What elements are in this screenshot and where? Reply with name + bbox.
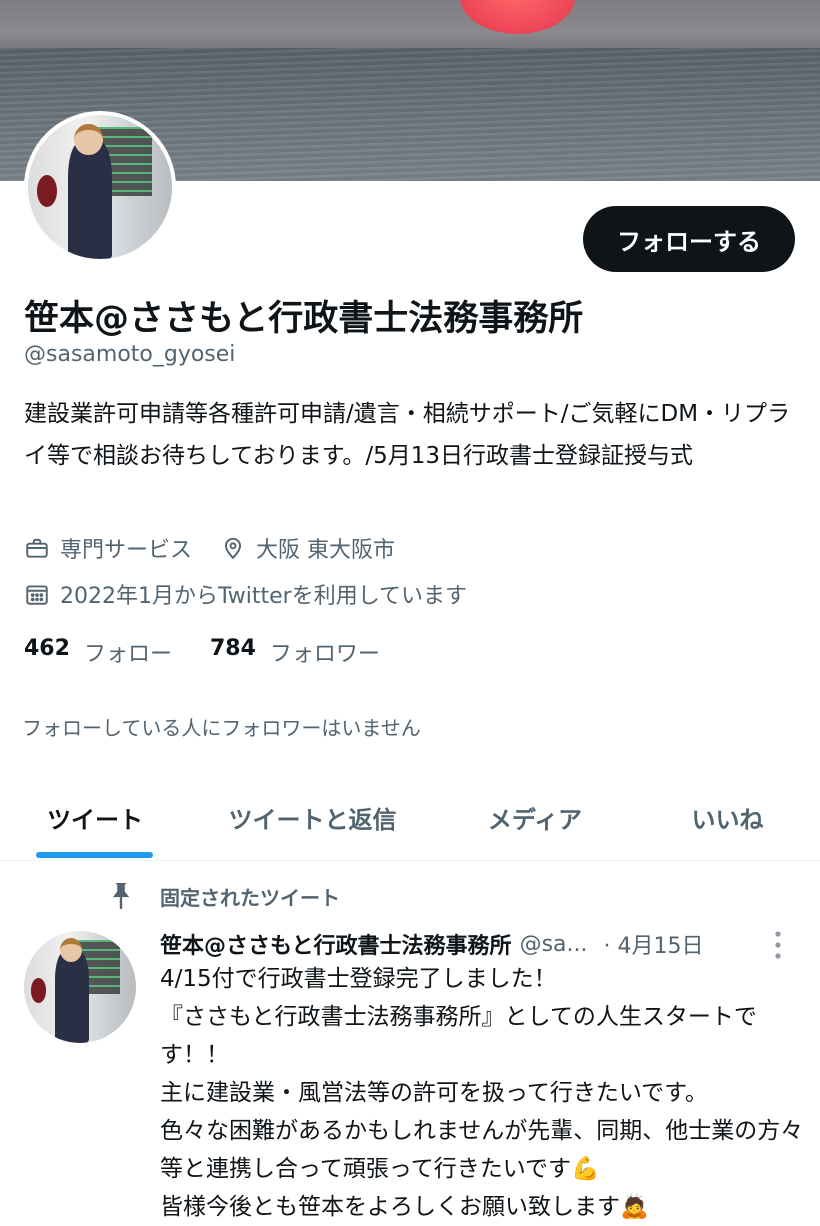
tab-tweets-and-replies[interactable]: ツイートと返信 <box>190 774 435 860</box>
avatar-photo-plant <box>36 175 57 208</box>
no-mutual-followers-note: フォローしている人にフォロワーはいません <box>22 716 421 740</box>
profile-location: 大阪 東大阪市 <box>256 538 396 563</box>
tweet-avatar-person <box>55 951 89 1043</box>
tab-likes[interactable]: いいね <box>635 774 820 860</box>
tweet-text: 4/15付で行政書士登録完了しました！ 『ささもと行政書士法務事務所』としての人… <box>160 966 804 1220</box>
tab-tweets[interactable]: ツイート <box>0 774 190 860</box>
profile-category: 専門サービス <box>60 538 193 563</box>
pinned-tweet-label: 固定されたツイート <box>160 885 340 910</box>
profile-meta-row: 専門サービス 大阪 東大阪市 <box>24 532 395 564</box>
follow-stats: 462 フォロー 784 フォロワー <box>24 636 410 668</box>
tweet-avatar-plant <box>30 978 47 1003</box>
profile-handle: @sasamoto_gyosei <box>24 342 236 367</box>
more-vertical-icon[interactable] <box>770 928 786 962</box>
tweet-header: 笹本@ささもと行政書士法務事務所 @sa... · 4月15日 <box>160 928 790 960</box>
active-tab-indicator <box>36 852 153 858</box>
tweet-date[interactable]: · 4月15日 <box>604 928 704 960</box>
followers-label[interactable]: フォロワー <box>270 636 380 668</box>
tweet-avatar-photo <box>24 931 136 1043</box>
profile-joined: 2022年1月からTwitterを利用しています <box>60 584 468 609</box>
briefcase-icon <box>26 538 48 558</box>
tweet-author-handle[interactable]: @sa... <box>520 932 588 957</box>
profile-bio: 建設業許可申請等各種許可申請/遺言・相続サポート/ご気軽にDM・リプライ等で相談… <box>24 401 791 469</box>
tab-media[interactable]: メディア <box>435 774 635 860</box>
follow-button[interactable]: フォローする <box>583 206 795 272</box>
following-count[interactable]: 462 <box>24 636 70 668</box>
avatar-photo-person <box>68 140 112 259</box>
calendar-icon <box>26 585 48 605</box>
pin-icon <box>112 883 130 909</box>
pinned-label-row: 固定されたツイート <box>108 880 340 912</box>
location-pin-icon <box>224 537 242 560</box>
profile-tabs: ツイート ツイートと返信 メディア いいね <box>0 774 820 861</box>
banner-sun <box>460 0 575 34</box>
following-label[interactable]: フォロー <box>84 636 172 668</box>
tweet-author-name[interactable]: 笹本@ささもと行政書士法務事務所 <box>160 928 512 960</box>
profile-display-name: 笹本@ささもと行政書士法務事務所 <box>24 299 584 339</box>
tweet-author-avatar[interactable] <box>24 931 136 1043</box>
avatar-photo <box>28 115 172 259</box>
profile-joined-row: 2022年1月からTwitterを利用しています <box>24 578 467 610</box>
followers-count[interactable]: 784 <box>210 636 256 668</box>
profile-avatar[interactable] <box>24 111 176 263</box>
avatar-photo-head <box>74 123 103 156</box>
